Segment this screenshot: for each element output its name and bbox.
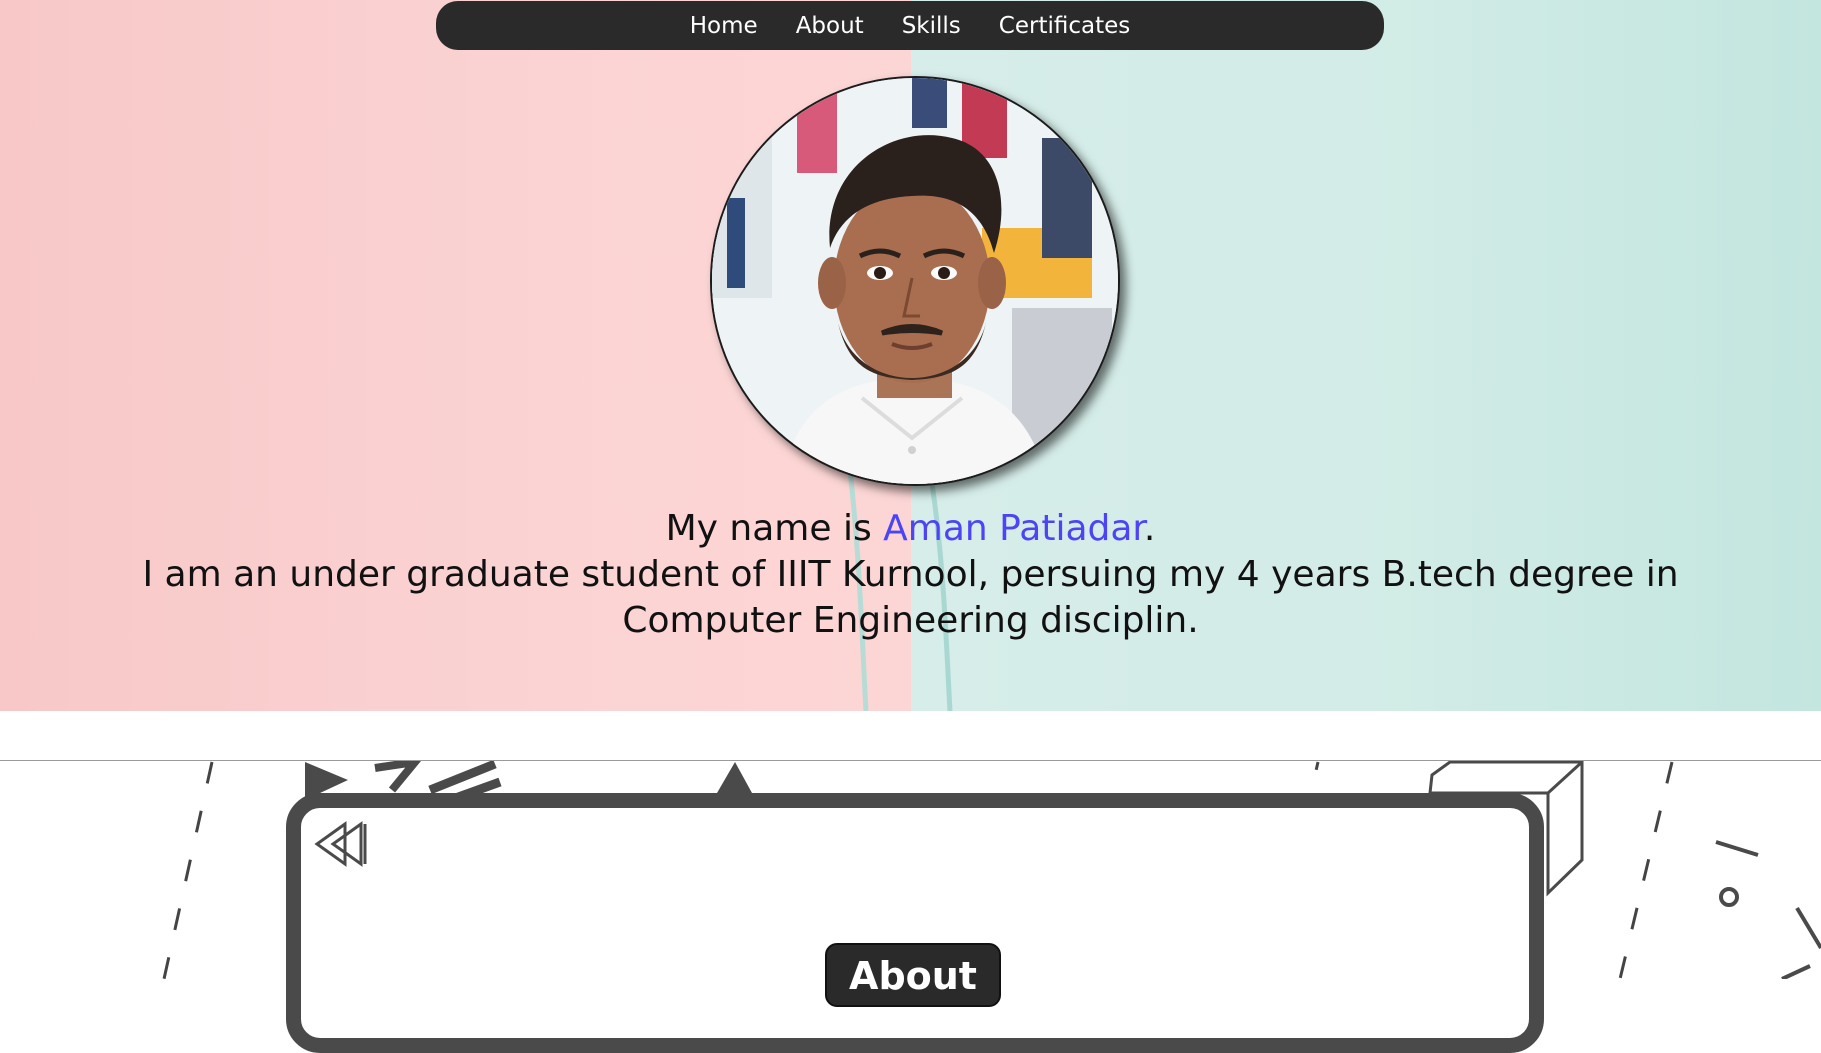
nav-certificates-link[interactable]: Certificates [999, 13, 1130, 39]
intro-suffix: . [1143, 508, 1156, 549]
profile-avatar [710, 76, 1120, 486]
about-section-title: About [825, 943, 1001, 1007]
intro-prefix: My name is [665, 508, 884, 549]
intro-description: I am an under graduate student of IIIT K… [142, 554, 1679, 641]
main-navbar: Home About Skills Certificates [436, 1, 1384, 50]
intro-name-line: My name is Aman Patiadar. [0, 506, 1821, 552]
nav-about-link[interactable]: About [796, 13, 864, 39]
intro-text-block: My name is Aman Patiadar. I am an under … [0, 506, 1821, 644]
portrait-illustration [712, 78, 1118, 484]
person-name: Aman Patiadar [883, 508, 1144, 549]
nav-skills-link[interactable]: Skills [902, 13, 961, 39]
rewind-arrows-icon [314, 821, 367, 867]
about-card-frame [286, 793, 1544, 1053]
nav-home-link[interactable]: Home [690, 13, 758, 39]
